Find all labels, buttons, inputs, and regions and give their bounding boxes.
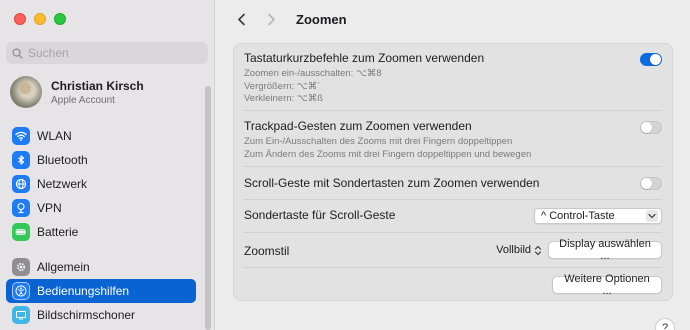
select-display-button[interactable]: Display auswählen ...	[548, 238, 662, 262]
sidebar-item-bluetooth[interactable]: Bluetooth	[6, 148, 196, 172]
up-down-chevron-icon	[534, 245, 542, 255]
modifier-key-popup[interactable]: ^ Control-Taste	[534, 208, 662, 224]
divider	[244, 267, 662, 268]
bluetooth-icon	[12, 151, 30, 169]
chevron-left-icon	[237, 13, 245, 25]
sidebar-item-allgemein[interactable]: Allgemein	[6, 255, 196, 279]
scroll-gesture-row: Scroll-Geste mit Sondertasten zum Zoomen…	[244, 176, 662, 192]
sidebar-list: WLAN Bluetooth Netzwerk VPN Batterie All…	[6, 124, 196, 327]
main-content: Zoomen Tastaturkurzbefehle zum Zoomen ve…	[216, 0, 690, 330]
sidebar-item-label: Allgemein	[37, 260, 90, 274]
sidebar-item-vpn[interactable]: VPN	[6, 196, 196, 220]
modifier-key-row: Sondertaste für Scroll-Geste ^ Control-T…	[244, 208, 662, 226]
more-options-row: Weitere Optionen ...	[244, 273, 662, 297]
chevron-right-icon	[267, 13, 275, 25]
zoom-settings-panel: Tastaturkurzbefehle zum Zoomen verwenden…	[233, 43, 673, 301]
zoom-style-select[interactable]: Vollbild	[496, 244, 542, 256]
help-button[interactable]: ?	[655, 318, 675, 330]
sidebar-item-bedienungshilfen[interactable]: Bedienungshilfen	[6, 279, 196, 303]
zoom-style-value: Vollbild	[496, 244, 531, 256]
chevron-down-icon	[646, 210, 658, 222]
minimize-button[interactable]	[34, 13, 46, 25]
trackpad-gestures-row: Trackpad-Gesten zum Zoomen verwenden Zum…	[244, 119, 662, 161]
search-input[interactable]	[28, 46, 198, 60]
sidebar-item-label: Batterie	[37, 225, 79, 239]
zoom-button[interactable]	[54, 13, 66, 25]
zoom-style-row: Zoomstil Vollbild Display auswählen ...	[244, 238, 662, 262]
divider	[244, 110, 662, 111]
more-options-button[interactable]: Weitere Optionen ...	[552, 273, 662, 297]
sidebar-item-netzwerk[interactable]: Netzwerk	[6, 172, 196, 196]
trackpad-hint-toggle: Zum Ein-/Ausschalten des Zooms mit drei …	[244, 136, 513, 147]
search-icon	[12, 47, 23, 59]
apple-account[interactable]: Christian Kirsch Apple Account	[10, 76, 144, 108]
settings-window: Christian Kirsch Apple Account WLAN Blue…	[0, 0, 690, 330]
trackpad-gestures-toggle[interactable]	[640, 121, 662, 134]
trackpad-hint-adjust: Zum Ändern des Zooms mit drei Fingern do…	[244, 148, 532, 160]
sidebar-item-label: VPN	[37, 201, 62, 215]
divider	[244, 166, 662, 167]
wifi-icon	[12, 127, 30, 145]
window-controls	[14, 13, 66, 25]
page-title: Zoomen	[296, 11, 347, 27]
forward-button[interactable]	[262, 9, 280, 29]
gear-icon	[12, 258, 30, 276]
sidebar-item-label: WLAN	[37, 129, 72, 143]
avatar	[10, 76, 42, 108]
search-field[interactable]	[6, 42, 208, 64]
keyboard-shortcuts-toggle[interactable]	[640, 53, 662, 66]
trackpad-gestures-title: Trackpad-Gesten zum Zoomen verwenden	[244, 119, 472, 133]
sidebar-item-bildschirmschoner[interactable]: Bildschirmschoner	[6, 303, 196, 327]
sidebar-item-batterie[interactable]: Batterie	[6, 220, 196, 244]
sidebar: Christian Kirsch Apple Account WLAN Blue…	[0, 0, 215, 330]
toolbar: Zoomen	[232, 8, 347, 30]
divider	[244, 232, 662, 233]
screensaver-icon	[12, 306, 30, 324]
sidebar-item-label: Bedienungshilfen	[37, 284, 130, 298]
globe-icon	[12, 175, 30, 193]
sidebar-item-label: Bildschirmschoner	[37, 308, 136, 322]
account-subtitle: Apple Account	[51, 94, 115, 106]
close-button[interactable]	[14, 13, 26, 25]
sidebar-item-wlan[interactable]: WLAN	[6, 124, 196, 148]
shortcut-zoom-in: Vergrößern: ⌥⌘´	[244, 80, 321, 92]
scroll-gesture-title: Scroll-Geste mit Sondertasten zum Zoomen…	[244, 176, 540, 190]
back-button[interactable]	[232, 9, 250, 29]
keyboard-shortcuts-row: Tastaturkurzbefehle zum Zoomen verwenden…	[244, 51, 662, 107]
divider	[244, 199, 662, 200]
keyboard-shortcuts-title: Tastaturkurzbefehle zum Zoomen verwenden	[244, 51, 485, 65]
scroll-gesture-toggle[interactable]	[640, 177, 662, 190]
battery-icon	[12, 223, 30, 241]
sidebar-item-label: Netzwerk	[37, 177, 88, 191]
sidebar-scrollbar[interactable]	[205, 86, 211, 330]
accessibility-icon	[12, 282, 30, 300]
shortcut-zoom-out: Verkleinern: ⌥⌘ß	[244, 93, 324, 104]
shortcut-toggle-zoom: Zoomen ein-/ausschalten: ⌥⌘8	[244, 68, 382, 79]
account-name: Christian Kirsch	[51, 78, 144, 93]
modifier-key-value: ^ Control-Taste	[541, 210, 615, 222]
sidebar-item-label: Bluetooth	[37, 153, 88, 167]
vpn-icon	[12, 199, 30, 217]
